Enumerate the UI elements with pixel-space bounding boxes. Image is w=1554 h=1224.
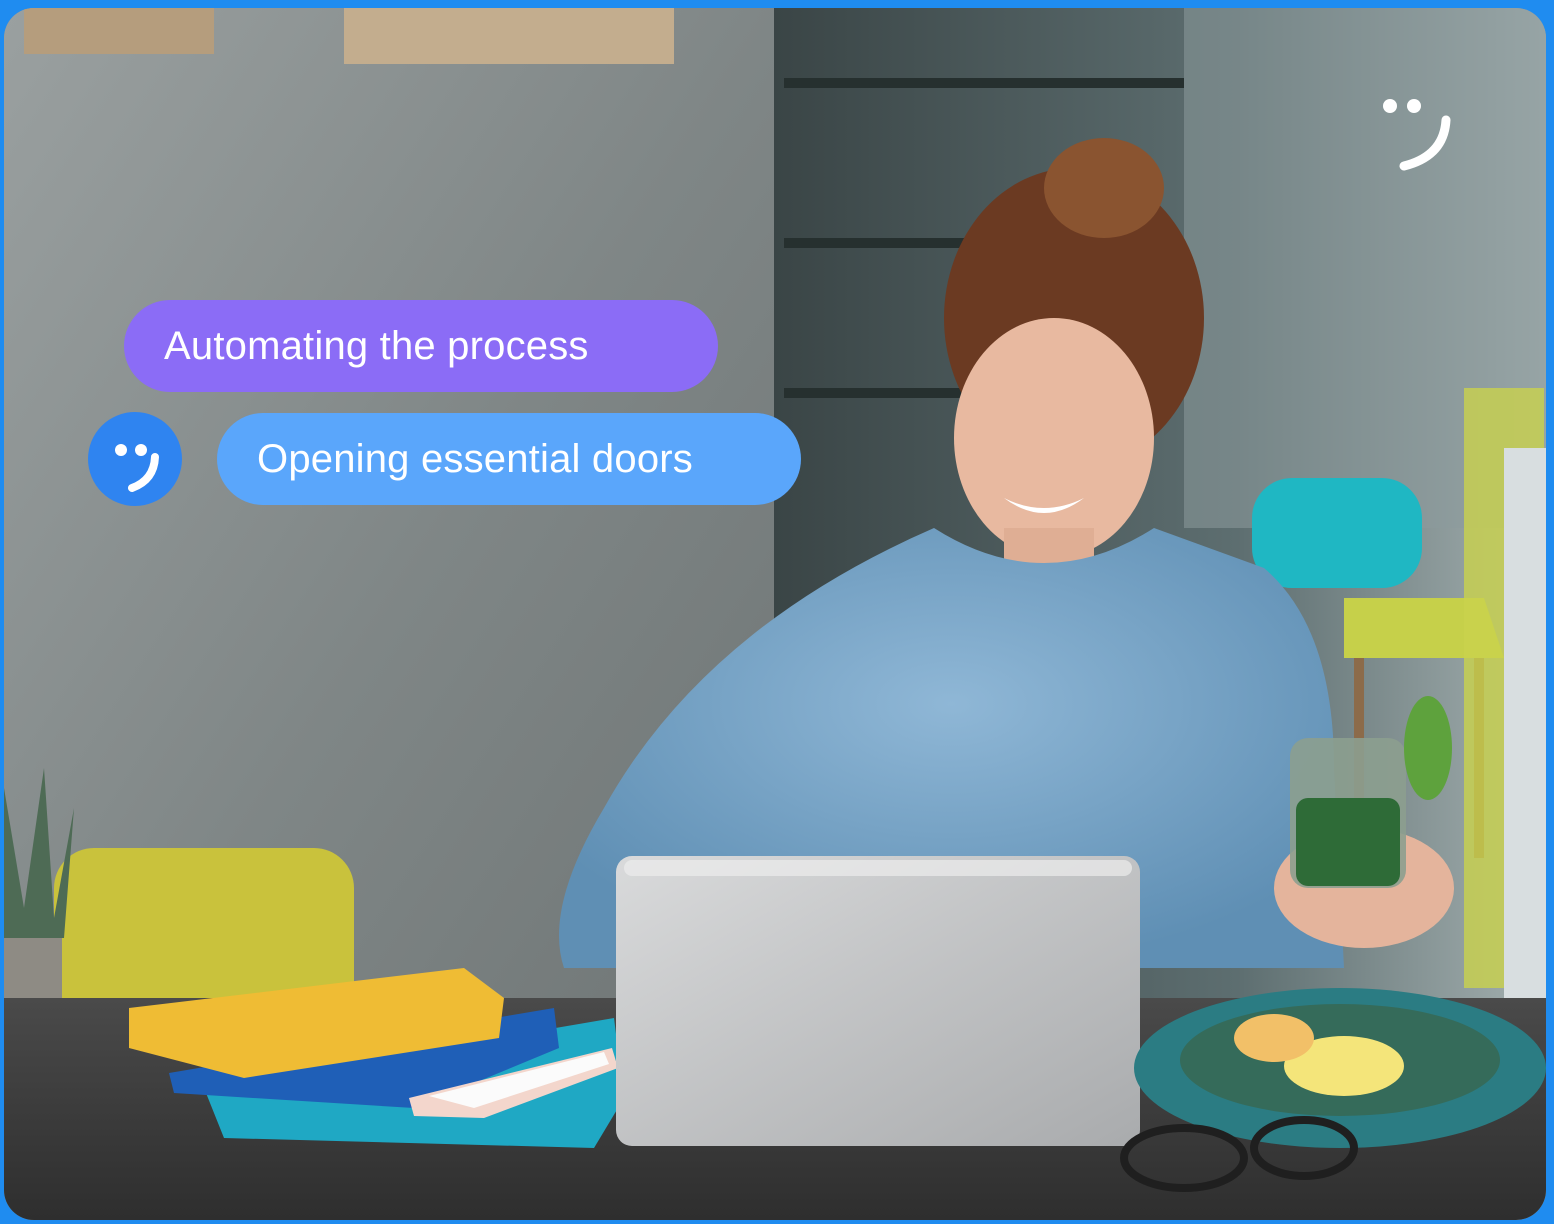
smiley-wink-icon: [1383, 99, 1451, 171]
smiley-wink-icon: [115, 444, 159, 492]
assistant-avatar: [88, 412, 182, 506]
chat-bubble-automating: Automating the process: [124, 300, 718, 392]
photo-card: Automating the process Opening essential…: [4, 8, 1546, 1220]
chat-bubble-opening: Opening essential doors: [217, 413, 801, 505]
cafe-photo: [4, 8, 1546, 1220]
